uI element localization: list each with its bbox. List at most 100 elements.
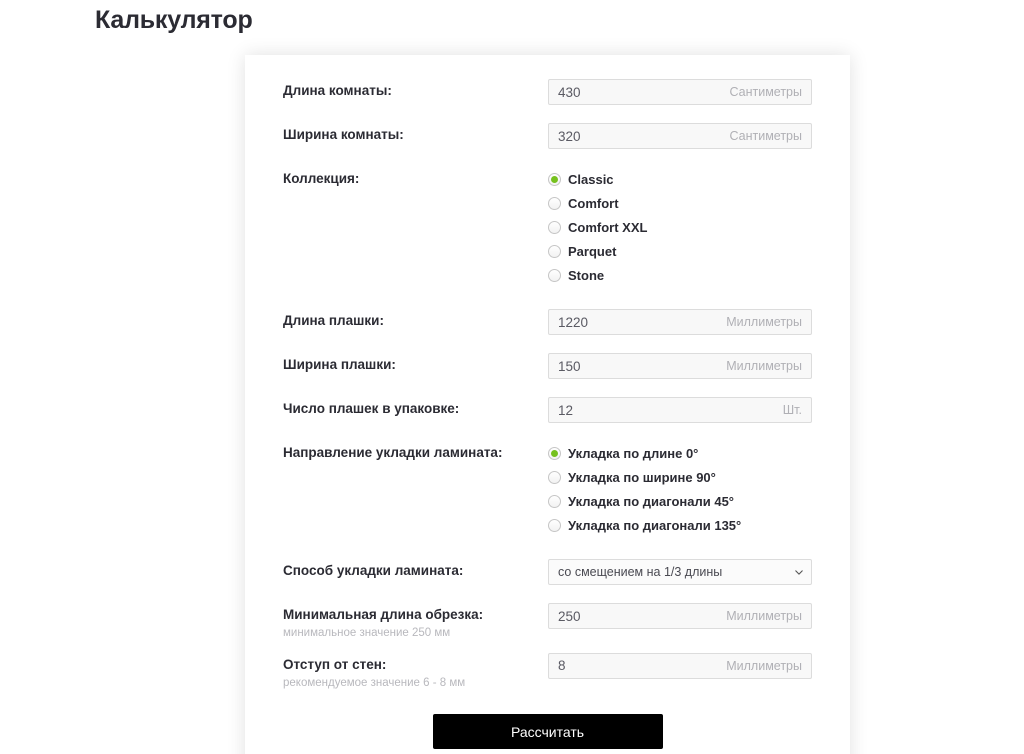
label-room-length-col: Длина комнаты: [283, 79, 548, 100]
room-width-unit: Сантиметры [729, 129, 802, 143]
planks-per-pack-input[interactable]: 12 Шт. [548, 397, 812, 423]
direction-options-col: Укладка по длине 0° Укладка по ширине 90… [548, 441, 812, 537]
label-plank-length-col: Длина плашки: [283, 309, 548, 330]
label-direction: Направление укладки ламината: [283, 445, 503, 460]
radio-collection-label: Comfort XXL [568, 219, 648, 235]
radio-icon [548, 494, 561, 508]
wall-gap-unit: Миллиметры [726, 658, 802, 673]
radio-icon [548, 220, 561, 234]
planks-per-pack-unit: Шт. [782, 403, 802, 417]
radio-collection-comfort-xxl[interactable]: Comfort XXL [548, 215, 812, 239]
min-cut-length-input[interactable]: 250 Миллиметры [548, 603, 812, 629]
radio-direction-label: Укладка по диагонали 135° [568, 517, 742, 533]
radio-collection-parquet[interactable]: Parquet [548, 239, 812, 263]
radio-collection-label: Parquet [568, 243, 617, 259]
room-width-value: 320 [558, 128, 581, 144]
label-room-width-col: Ширина комнаты: [283, 123, 548, 144]
room-length-unit: Сантиметры [729, 85, 802, 99]
label-wall-gap-col: Отступ от стен: рекомендуемое значение 6… [283, 653, 548, 691]
radio-collection-label: Stone [568, 267, 605, 283]
input-plank-width-col: 150 Миллиметры [548, 353, 812, 379]
room-width-input[interactable]: 320 Сантиметры [548, 123, 812, 149]
field-plank-width: Ширина плашки: 150 Миллиметры [283, 353, 812, 379]
planks-per-pack-value: 12 [558, 402, 574, 418]
plank-length-input[interactable]: 1220 Миллиметры [548, 309, 812, 335]
page-title: Калькулятор [95, 6, 253, 34]
plank-length-unit: Миллиметры [726, 315, 802, 329]
submit-row: Рассчитать [283, 714, 812, 750]
hint-min-cut-length: минимальное значение 250 мм [283, 626, 451, 639]
wall-gap-input[interactable]: 8 Миллиметры [548, 652, 812, 679]
label-direction-col: Направление укладки ламината: [283, 441, 548, 462]
radio-direction-label: Укладка по длине 0° [568, 445, 699, 461]
input-wall-gap-col: 8 Миллиметры [548, 652, 812, 679]
label-plank-width: Ширина плашки: [283, 357, 396, 372]
radio-direction-diagonal-135[interactable]: Укладка по диагонали 135° [548, 513, 812, 537]
laying-method-select[interactable]: со смещением на 1/3 длины [548, 559, 812, 585]
label-planks-per-pack: Число плашек в упаковке: [283, 401, 460, 416]
wall-gap-value: 8 [558, 658, 566, 674]
radio-icon [548, 196, 561, 210]
radio-direction-length-0[interactable]: Укладка по длине 0° [548, 441, 812, 465]
input-planks-per-pack-col: 12 Шт. [548, 397, 812, 423]
label-collection: Коллекция: [283, 171, 360, 186]
input-room-width-col: 320 Сантиметры [548, 123, 812, 149]
plank-width-input[interactable]: 150 Миллиметры [548, 353, 812, 379]
radio-collection-label: Classic [568, 171, 614, 187]
field-planks-per-pack: Число плашек в упаковке: 12 Шт. [283, 397, 812, 423]
label-min-cut-length: Минимальная длина обрезка: [283, 607, 484, 622]
calculate-button[interactable]: Рассчитать [432, 714, 663, 750]
field-plank-length: Длина плашки: 1220 Миллиметры [283, 309, 812, 335]
radio-collection-classic[interactable]: Classic [548, 167, 812, 191]
plank-width-unit: Миллиметры [726, 359, 802, 373]
laying-method-selected-value: со смещением на 1/3 длины [558, 565, 723, 579]
label-room-length: Длина комнаты: [283, 83, 392, 98]
room-length-input[interactable]: 430 Сантиметры [548, 79, 812, 105]
select-laying-method-col: со смещением на 1/3 длины [548, 559, 812, 585]
plank-length-value: 1220 [558, 314, 589, 330]
label-planks-per-pack-col: Число плашек в упаковке: [283, 397, 548, 418]
label-plank-width-col: Ширина плашки: [283, 353, 548, 374]
radio-direction-width-90[interactable]: Укладка по ширине 90° [548, 465, 812, 489]
field-laying-method: Способ укладки ламината: со смещением на… [283, 559, 812, 585]
direction-radio-group: Укладка по длине 0° Укладка по ширине 90… [548, 441, 812, 537]
radio-direction-label: Укладка по ширине 90° [568, 469, 716, 485]
radio-collection-comfort[interactable]: Comfort [548, 191, 812, 215]
chevron-down-icon [795, 569, 811, 576]
calculator-page: Калькулятор Длина комнаты: 430 Сантиметр… [0, 0, 1024, 754]
radio-collection-stone[interactable]: Stone [548, 263, 812, 287]
label-min-cut-length-col: Минимальная длина обрезка: минимальное з… [283, 603, 548, 641]
radio-icon [548, 446, 561, 460]
min-cut-length-value: 250 [558, 608, 581, 624]
hint-wall-gap: рекомендуемое значение 6 - 8 мм [283, 676, 466, 689]
field-wall-gap: Отступ от стен: рекомендуемое значение 6… [283, 652, 812, 691]
plank-width-value: 150 [558, 358, 581, 374]
radio-collection-label: Comfort [568, 195, 619, 211]
radio-direction-diagonal-45[interactable]: Укладка по диагонали 45° [548, 489, 812, 513]
min-cut-length-unit: Миллиметры [726, 609, 802, 623]
field-collection: Коллекция: Classic Comfort Comfort XXL P… [283, 167, 812, 287]
label-wall-gap: Отступ от стен: [283, 656, 387, 672]
input-plank-length-col: 1220 Миллиметры [548, 309, 812, 335]
label-laying-method-col: Способ укладки ламината: [283, 559, 548, 580]
field-direction: Направление укладки ламината: Укладка по… [283, 441, 812, 537]
calculator-form: Длина комнаты: 430 Сантиметры Ширина ком… [283, 79, 812, 754]
label-plank-length: Длина плашки: [283, 313, 384, 328]
field-room-width: Ширина комнаты: 320 Сантиметры [283, 123, 812, 149]
room-length-value: 430 [558, 84, 581, 100]
radio-icon [548, 268, 561, 282]
input-room-length-col: 430 Сантиметры [548, 79, 812, 105]
radio-direction-label: Укладка по диагонали 45° [568, 493, 735, 509]
radio-icon [548, 244, 561, 258]
input-min-cut-length-col: 250 Миллиметры [548, 603, 812, 629]
field-room-length: Длина комнаты: 430 Сантиметры [283, 79, 812, 105]
